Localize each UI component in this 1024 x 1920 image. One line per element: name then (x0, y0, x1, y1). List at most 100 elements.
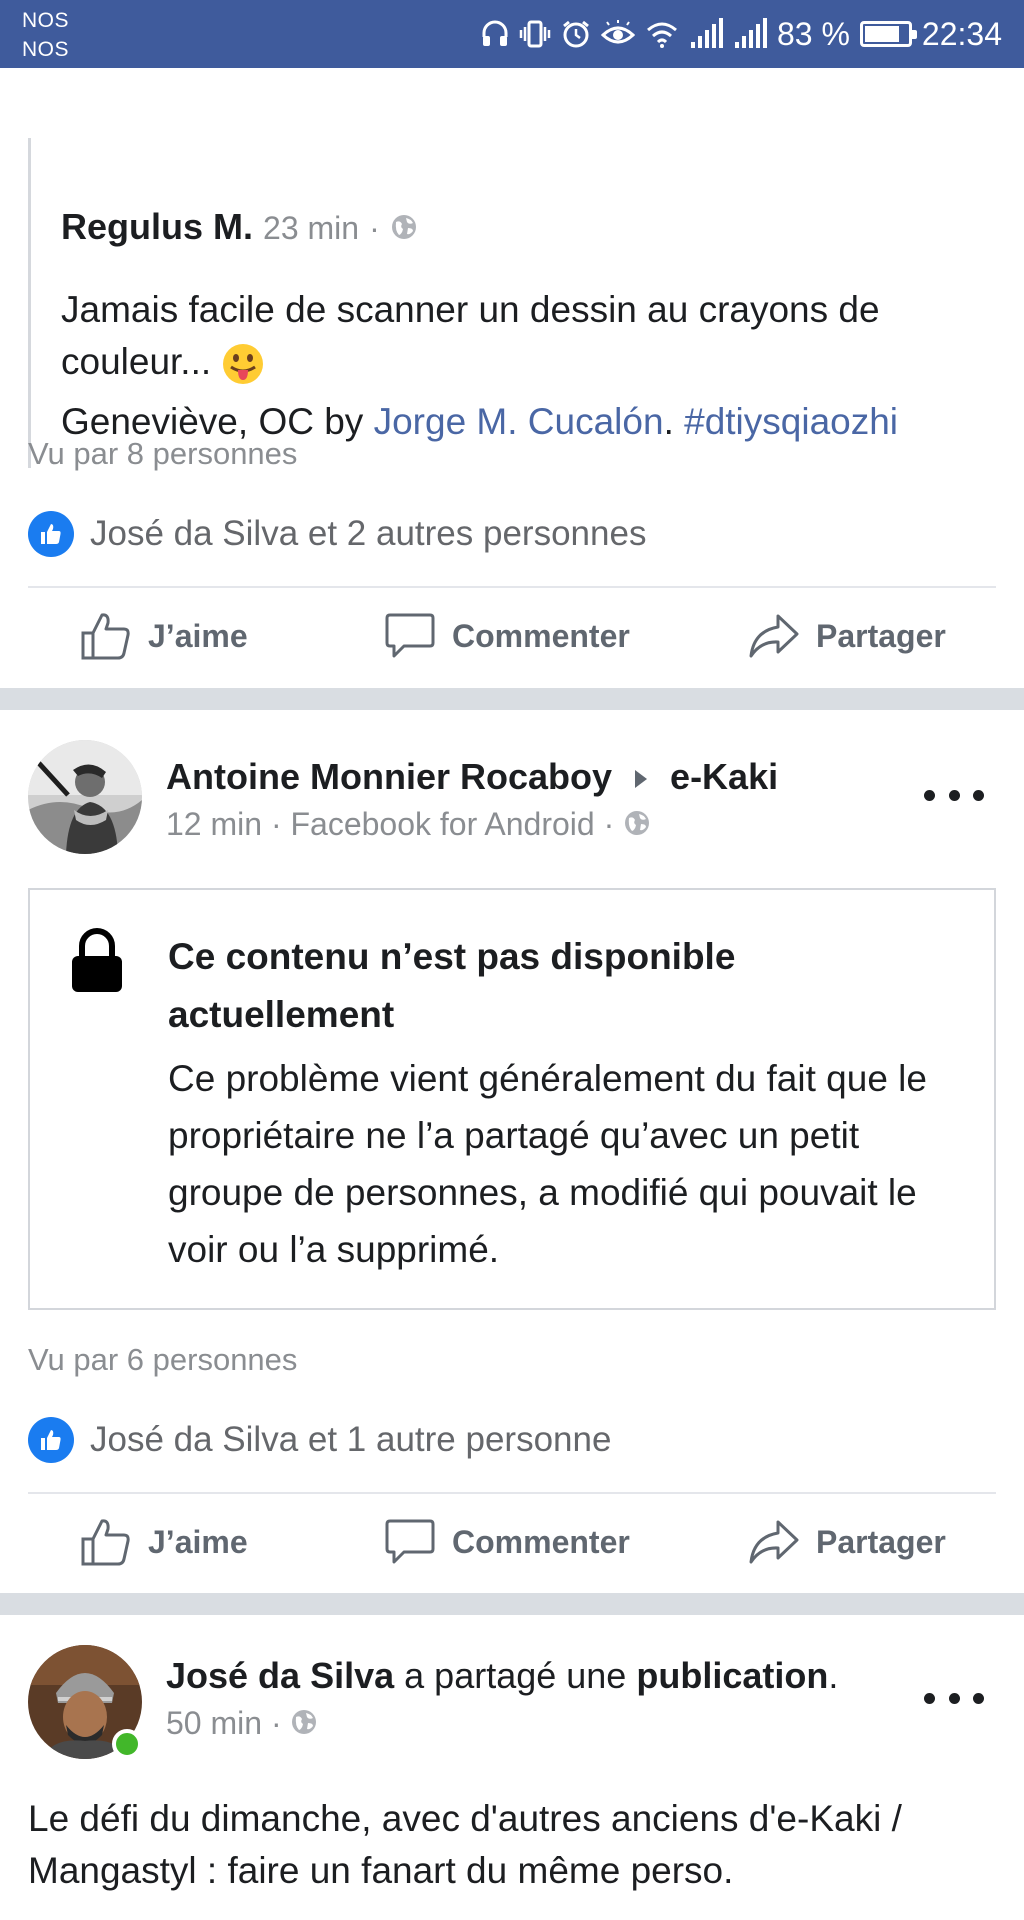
reactions-summary[interactable]: José da Silva et 2 autres personnes (28, 510, 646, 558)
share-button[interactable]: Partager (748, 596, 946, 676)
post-actions: J’aime Commenter Partager (0, 1502, 1024, 1582)
post-time[interactable]: 12 min (166, 806, 262, 842)
unavailable-content-box: Ce contenu n’est pas disponible actuelle… (28, 888, 996, 1310)
like-reaction-icon (28, 511, 74, 557)
post-1: Regulus M. 23 min · Jamais facile de sca… (0, 68, 1024, 690)
comment-label: Commenter (452, 617, 630, 654)
shared-post-author[interactable]: Regulus M. (61, 206, 253, 247)
battery-percentage: 83 % (776, 15, 850, 52)
like-button[interactable]: J’aime (80, 1502, 248, 1582)
shared-post-line-1: Jamais facile de scanner un dessin au cr… (61, 289, 880, 330)
globe-icon (290, 1707, 318, 1744)
share-arrow-icon (749, 1520, 799, 1564)
lock-icon (70, 928, 124, 999)
post-actions: J’aime Commenter Partager (0, 596, 1024, 676)
comment-button[interactable]: Commenter (384, 1502, 630, 1582)
online-status-indicator (112, 1729, 142, 1759)
globe-icon (623, 808, 651, 845)
thumbs-up-icon (81, 1519, 130, 1566)
caption-hashtag-link[interactable]: #dtiysqiaozhi (684, 401, 898, 442)
carrier-1: NOS (22, 9, 70, 32)
signal-icon (733, 18, 767, 50)
status-bar: NOS NOS 83 % 22:34 (0, 0, 1024, 68)
post-2: Antoine Monnier Rocaboy e-Kaki 12 min · … (0, 710, 1024, 1592)
more-dot (973, 1692, 984, 1704)
header-period: . (828, 1655, 839, 1696)
post-2-meta: 12 min · Facebook for Android · (166, 806, 651, 845)
feed-separator (0, 1593, 1024, 1615)
share-button[interactable]: Partager (748, 1502, 946, 1582)
signal-icon (689, 18, 723, 50)
globe-icon (390, 208, 418, 250)
arrow-right-icon (635, 770, 648, 789)
post-time[interactable]: 50 min (166, 1705, 262, 1741)
comment-icon (385, 613, 435, 658)
caption-period: . (663, 401, 685, 442)
divider (28, 586, 996, 588)
thumbs-up-icon (81, 613, 130, 660)
reactions-summary-text: José da Silva et 1 autre personne (90, 1420, 612, 1459)
carrier-2: NOS (22, 38, 70, 61)
shared-post-text: Jamais facile de scanner un dessin au cr… (61, 284, 981, 448)
shared-object-link[interactable]: publication (636, 1655, 828, 1696)
meta-separator: · (270, 806, 282, 842)
like-label: J’aime (148, 617, 248, 654)
post-3: José da Silva a partagé une publication.… (0, 1615, 1024, 1920)
reactions-summary-text: José da Silva et 2 autres personnes (90, 514, 647, 553)
share-label: Partager (816, 1523, 946, 1560)
status-icons: 83 % 22:34 (481, 0, 1002, 68)
more-dot (924, 1692, 935, 1704)
meta-separator: · (603, 806, 615, 842)
vibrate-icon (519, 19, 551, 49)
shared-post-time[interactable]: 23 min (263, 210, 359, 246)
more-dot (973, 789, 984, 801)
share-arrow-icon (749, 614, 799, 658)
reactions-summary[interactable]: José da Silva et 1 autre personne (28, 1416, 611, 1464)
more-options-button[interactable] (924, 1683, 984, 1713)
alarm-icon (561, 19, 591, 49)
tongue-emoji-icon (221, 342, 265, 386)
comment-icon (385, 1519, 435, 1564)
battery-icon (859, 21, 917, 47)
carrier-labels: NOS NOS (22, 6, 69, 64)
clock: 22:34 (921, 15, 1002, 52)
caption-artist-link[interactable]: Jorge M. Cucalón (374, 401, 664, 442)
comment-button[interactable]: Commenter (384, 596, 630, 676)
shared-post-line-2-text: couleur... (61, 341, 212, 382)
post-2-header: Antoine Monnier Rocaboy e-Kaki (166, 756, 778, 798)
like-label: J’aime (148, 1523, 248, 1560)
post-author[interactable]: José da Silva (166, 1655, 394, 1696)
facebook-feed-screen: NOS NOS 83 % 22:34 Regulus M. 23 min · J… (0, 0, 1024, 1920)
more-options-button[interactable] (924, 780, 984, 810)
more-dot (948, 789, 960, 801)
unavailable-title: Ce contenu n’est pas disponible actuelle… (168, 936, 736, 1035)
meta-separator: · (270, 1705, 282, 1741)
seen-by-count[interactable]: Vu par 8 personnes (28, 436, 297, 472)
battery-level-fill (864, 26, 900, 42)
comment-label: Commenter (452, 1523, 630, 1560)
shared-post-line-2: couleur... (61, 336, 981, 388)
post-body-text: Le défi du dimanche, avec d'autres ancie… (28, 1798, 902, 1891)
post-3-header: José da Silva a partagé une publication. (166, 1655, 838, 1697)
wifi-icon (645, 19, 679, 49)
divider (28, 1492, 996, 1494)
avatar[interactable] (28, 740, 142, 854)
post-3-meta: 50 min · (166, 1705, 318, 1744)
feed-separator (0, 688, 1024, 710)
post-source: Facebook for Android (290, 806, 595, 842)
share-label: Partager (816, 617, 946, 654)
like-button[interactable]: J’aime (80, 596, 248, 676)
shared-post-header: Regulus M. 23 min · (61, 206, 418, 250)
seen-by-count[interactable]: Vu par 6 personnes (28, 1342, 297, 1378)
share-verb: a partagé une (394, 1655, 637, 1696)
post-group[interactable]: e-Kaki (670, 756, 778, 797)
shared-post-quote[interactable]: Regulus M. 23 min · Jamais facile de sca… (28, 138, 988, 468)
more-dot (948, 1692, 960, 1704)
like-reaction-icon (28, 1417, 74, 1463)
unavailable-message: Ce problème vient généralement du fait q… (168, 1058, 927, 1270)
meta-separator: · (369, 210, 380, 246)
headset-icon (481, 19, 509, 49)
eye-icon (600, 19, 635, 49)
post-author[interactable]: Antoine Monnier Rocaboy (166, 756, 612, 797)
more-dot (924, 789, 935, 801)
